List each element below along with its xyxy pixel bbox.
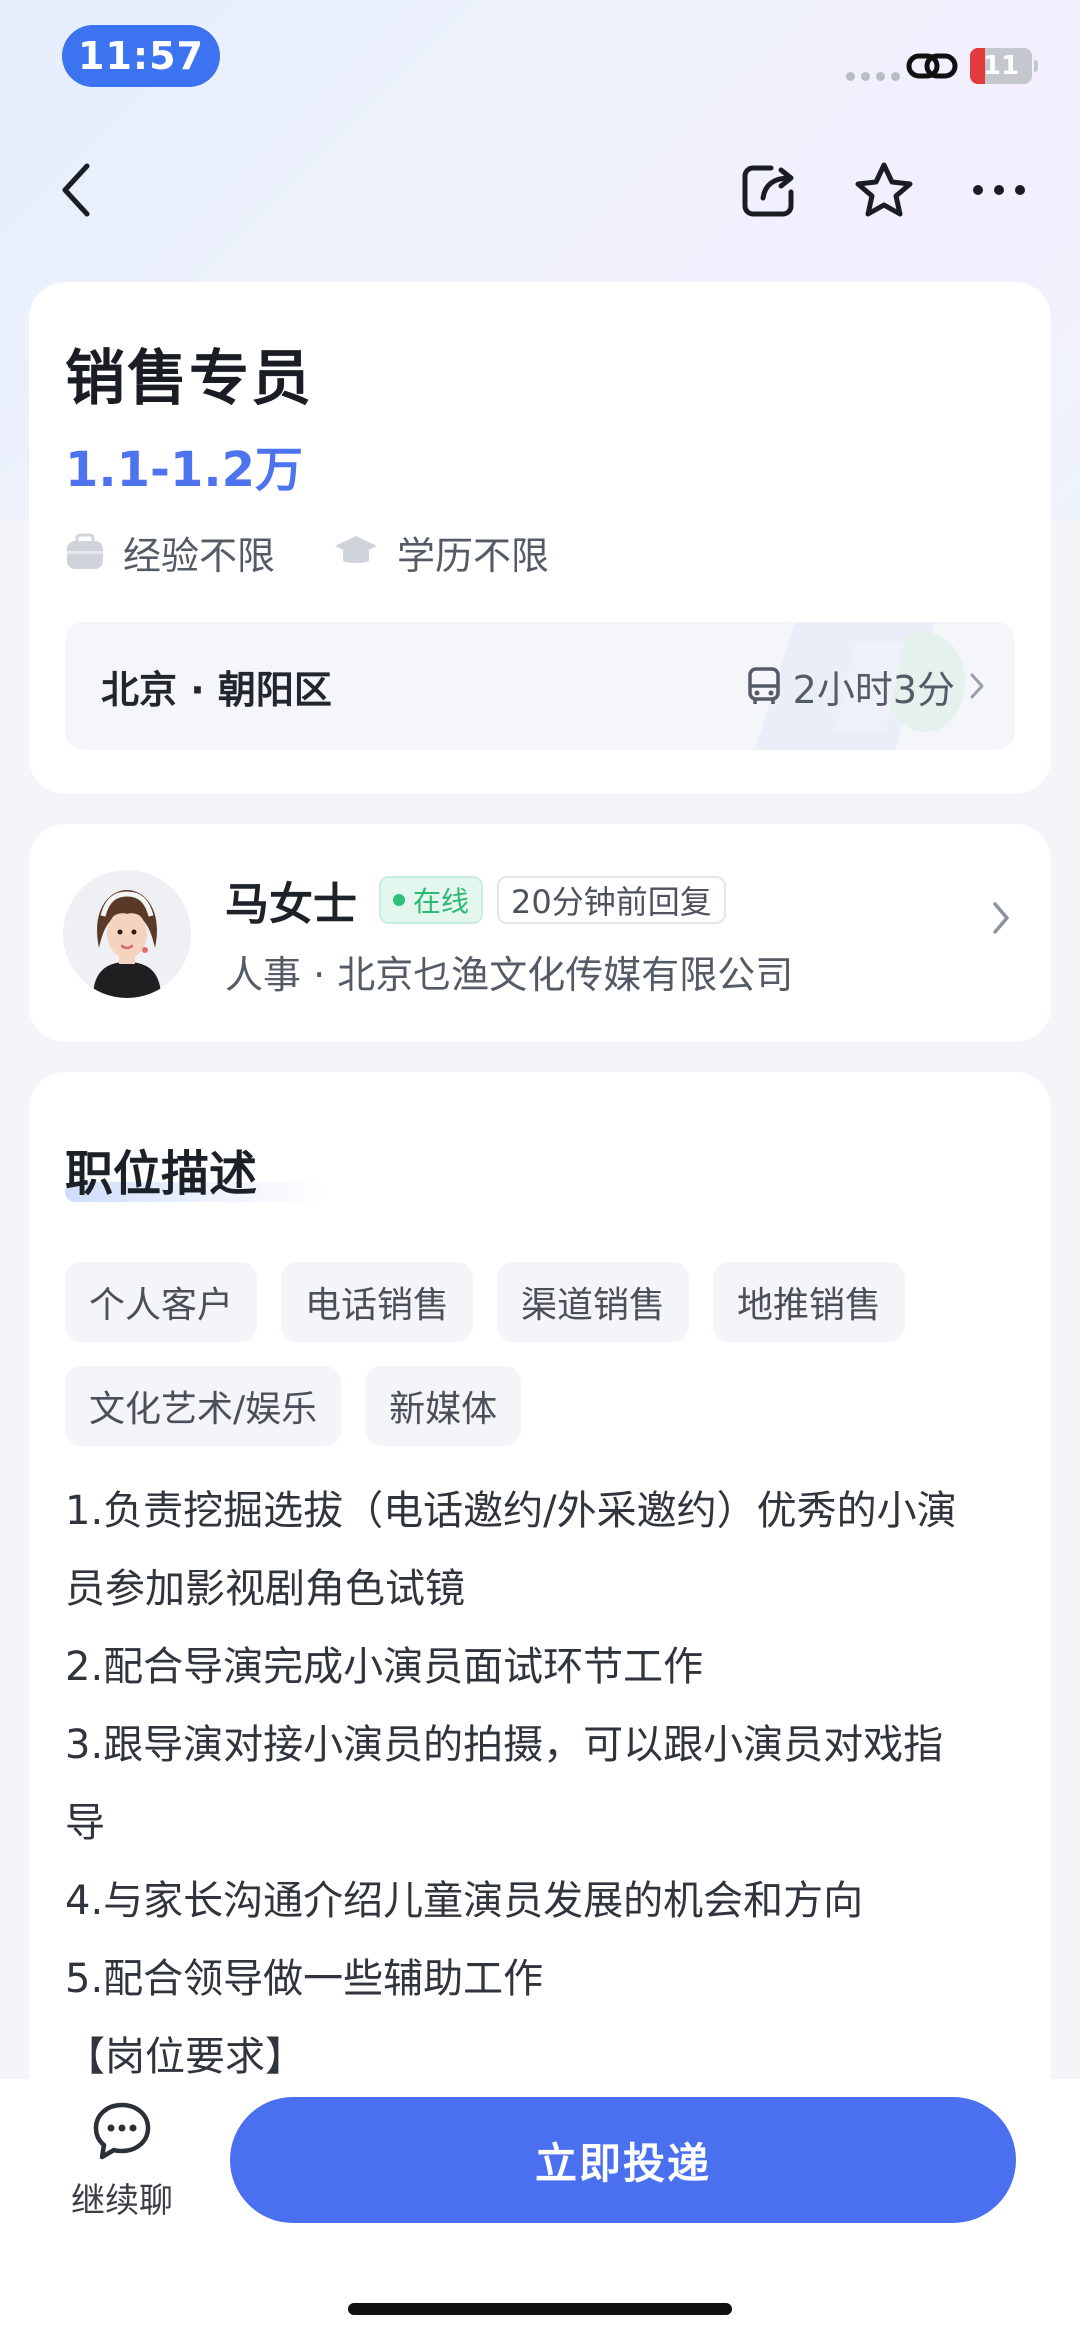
chevron-right-icon [993,902,1009,934]
job-tag: 地推销售 [713,1262,906,1342]
home-indicator[interactable] [348,2303,732,2315]
online-dot-icon [393,894,405,906]
online-status-badge: 在线 [379,876,484,924]
continue-chat-label: 继续聊 [71,2181,173,2221]
bus-icon [747,667,780,704]
recruiter-card[interactable]: 马女士 在线 20分钟前回复 人事 · 北京乜渔文化传媒有限公司 [29,824,1051,1042]
job-location: 北京 · 朝阳区 [101,667,332,712]
reply-time-badge: 20分钟前回复 [497,876,726,924]
share-button[interactable] [724,140,814,240]
status-bar: 11:57 11 [0,0,1080,110]
briefcase-icon [67,533,103,569]
battery-cap [1034,60,1038,72]
battery-percent: 11 [982,51,1020,81]
description-line: 导 [65,1800,105,1846]
continue-chat-button[interactable]: 继续聊 [58,2101,186,2251]
job-salary: 1.1-1.2万 [65,442,303,498]
experience-requirement: 经验不限 [65,525,275,580]
job-tag: 渠道销售 [497,1262,690,1342]
description-line: 1.负责挖掘选拔（电话邀约/外采邀约）优秀的小演 [65,1488,957,1534]
share-icon [742,165,794,217]
education-text: 学历不限 [397,533,550,578]
job-title: 销售专员 [65,344,313,414]
job-tags: 个人客户 电话销售 渠道销售 地推销售 文化艺术/娱乐 新媒体 [65,1262,1015,1446]
description-line: 员参加影视剧角色试镜 [65,1566,465,1612]
signal-icon [846,72,900,81]
description-line: 3.跟导演对接小演员的拍摄，可以跟小演员对戏指 [65,1722,944,1768]
job-detail-screen: 11:57 11 销售专员 1.1-1.2万 经验不限 学历不限 北京 · 朝阳… [0,0,1080,2339]
description-body: 1.负责挖掘选拔（电话邀约/外采邀约）优秀的小演 员参加影视剧角色试镜 2.配合… [65,1472,1031,2096]
recruiter-company: 人事 · 北京乜渔文化传媒有限公司 [225,953,794,997]
education-requirement: 学历不限 [333,525,549,580]
job-tag: 新媒体 [365,1366,522,1446]
bottom-action-bar: 继续聊 立即投递 [0,2079,1080,2339]
description-line: 2.配合导演完成小演员面试环节工作 [65,1644,704,1690]
description-line: 4.与家长沟通介绍儿童演员发展的机会和方向 [65,1878,864,1924]
job-tag: 个人客户 [65,1262,258,1342]
experience-text: 经验不限 [123,533,276,578]
battery-icon: 11 [970,48,1032,84]
chat-bubble-icon [93,2102,151,2160]
nav-bar [0,140,1080,240]
status-time: 11:57 [62,25,220,87]
back-button[interactable] [32,140,122,240]
description-line: 5.配合领导做一些辅助工作 [65,1956,544,2002]
chevron-left-icon [62,163,90,217]
graduation-cap-icon [335,536,378,563]
online-status-text: 在线 [413,885,470,918]
more-icon [973,185,1025,195]
chevron-right-icon [970,673,984,699]
commute-time: 2小时3分 [792,667,955,712]
avatar[interactable] [63,870,191,998]
more-button[interactable] [954,140,1044,240]
job-tag: 电话销售 [281,1262,474,1342]
commute-info: 2小时3分 [747,622,985,750]
description-title: 职位描述 [65,1146,258,1202]
job-summary-card: 销售专员 1.1-1.2万 经验不限 学历不限 北京 · 朝阳区 2小时3分 [29,282,1051,794]
link-icon [906,53,958,79]
star-icon [855,162,913,217]
job-tag: 文化艺术/娱乐 [65,1366,342,1446]
location-row[interactable]: 北京 · 朝阳区 2小时3分 [65,622,1015,750]
recruiter-name: 马女士 [225,879,357,930]
favorite-button[interactable] [839,140,929,240]
apply-now-button[interactable]: 立即投递 [230,2097,1016,2223]
job-requirements: 经验不限 学历不限 [65,524,607,580]
